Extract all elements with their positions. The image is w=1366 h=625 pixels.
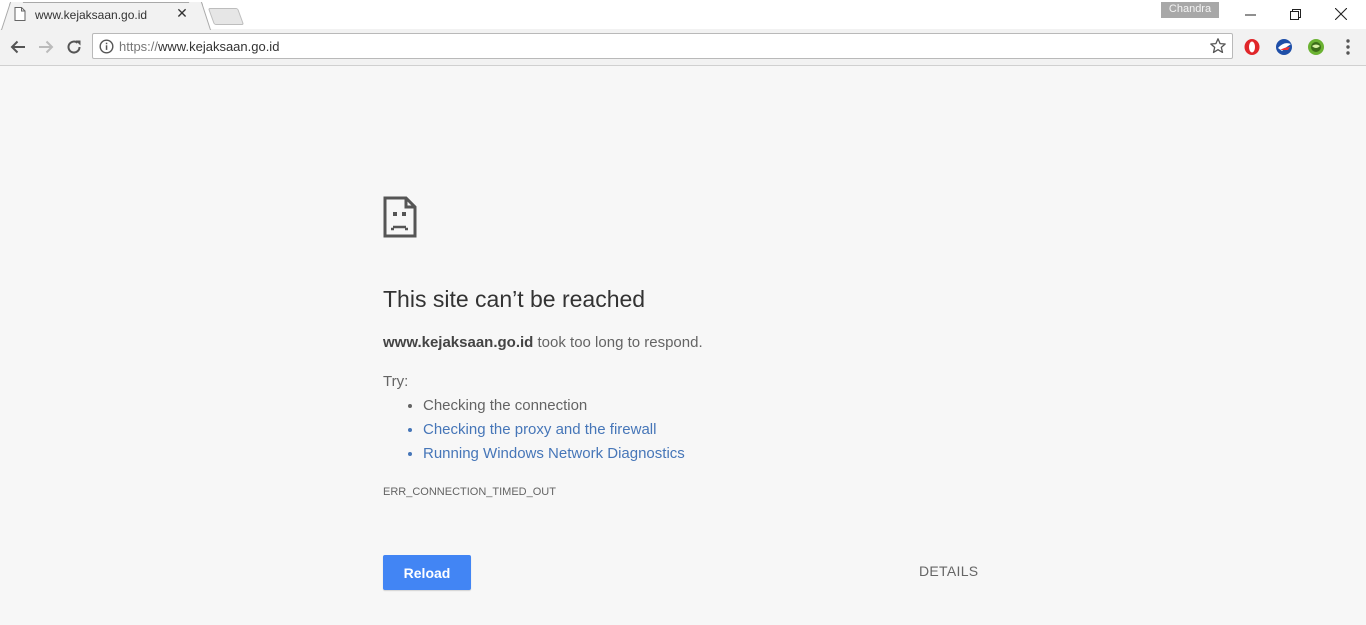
tab-strip: www.kejaksaan.go.id ✕ Chandra <box>0 0 1366 30</box>
reload-button[interactable]: Reload <box>383 555 471 590</box>
suggestion-check-proxy-link[interactable]: Checking the proxy and the firewall <box>423 419 685 443</box>
menu-dots-icon[interactable] <box>1340 38 1356 56</box>
star-icon[interactable] <box>1209 37 1227 60</box>
error-description: www.kejaksaan.go.id took too long to res… <box>383 334 703 351</box>
new-tab-icon[interactable] <box>207 8 245 25</box>
tab-title: www.kejaksaan.go.id <box>35 8 148 22</box>
info-icon[interactable] <box>99 39 114 59</box>
error-code: ERR_CONNECTION_TIMED_OUT <box>383 486 556 498</box>
suggestion-list: Checking the connection Checking the pro… <box>383 395 685 467</box>
opera-extension-icon[interactable] <box>1243 38 1261 56</box>
reload-icon[interactable] <box>64 37 84 57</box>
profile-button[interactable]: Chandra <box>1161 2 1219 18</box>
forward-arrow-icon[interactable] <box>36 37 56 57</box>
suggestion-network-diagnostics-link[interactable]: Running Windows Network Diagnostics <box>423 443 685 467</box>
green-extension-icon[interactable] <box>1307 38 1325 56</box>
url-host: www.kejaksaan.go.id <box>158 39 280 54</box>
blue-bird-extension-icon[interactable] <box>1275 38 1293 56</box>
error-host: www.kejaksaan.go.id <box>383 334 534 351</box>
minimize-icon[interactable] <box>1227 0 1273 28</box>
browser-toolbar: https://www.kejaksaan.go.id <box>0 29 1366 66</box>
sad-page-icon <box>383 196 417 243</box>
document-icon <box>14 7 26 26</box>
close-window-icon[interactable] <box>1318 0 1364 28</box>
url-scheme: https:// <box>119 39 159 54</box>
url-text: https://www.kejaksaan.go.id <box>119 39 279 54</box>
details-button[interactable]: DETAILS <box>919 563 978 579</box>
back-arrow-icon[interactable] <box>8 37 28 57</box>
address-bar[interactable]: https://www.kejaksaan.go.id <box>92 33 1233 59</box>
error-message: took too long to respond. <box>533 334 703 351</box>
try-label: Try: <box>383 373 409 390</box>
error-heading: This site can’t be reached <box>383 286 646 312</box>
suggestion-check-connection: Checking the connection <box>423 395 685 419</box>
restore-icon[interactable] <box>1272 0 1318 28</box>
close-icon[interactable]: ✕ <box>175 6 189 20</box>
